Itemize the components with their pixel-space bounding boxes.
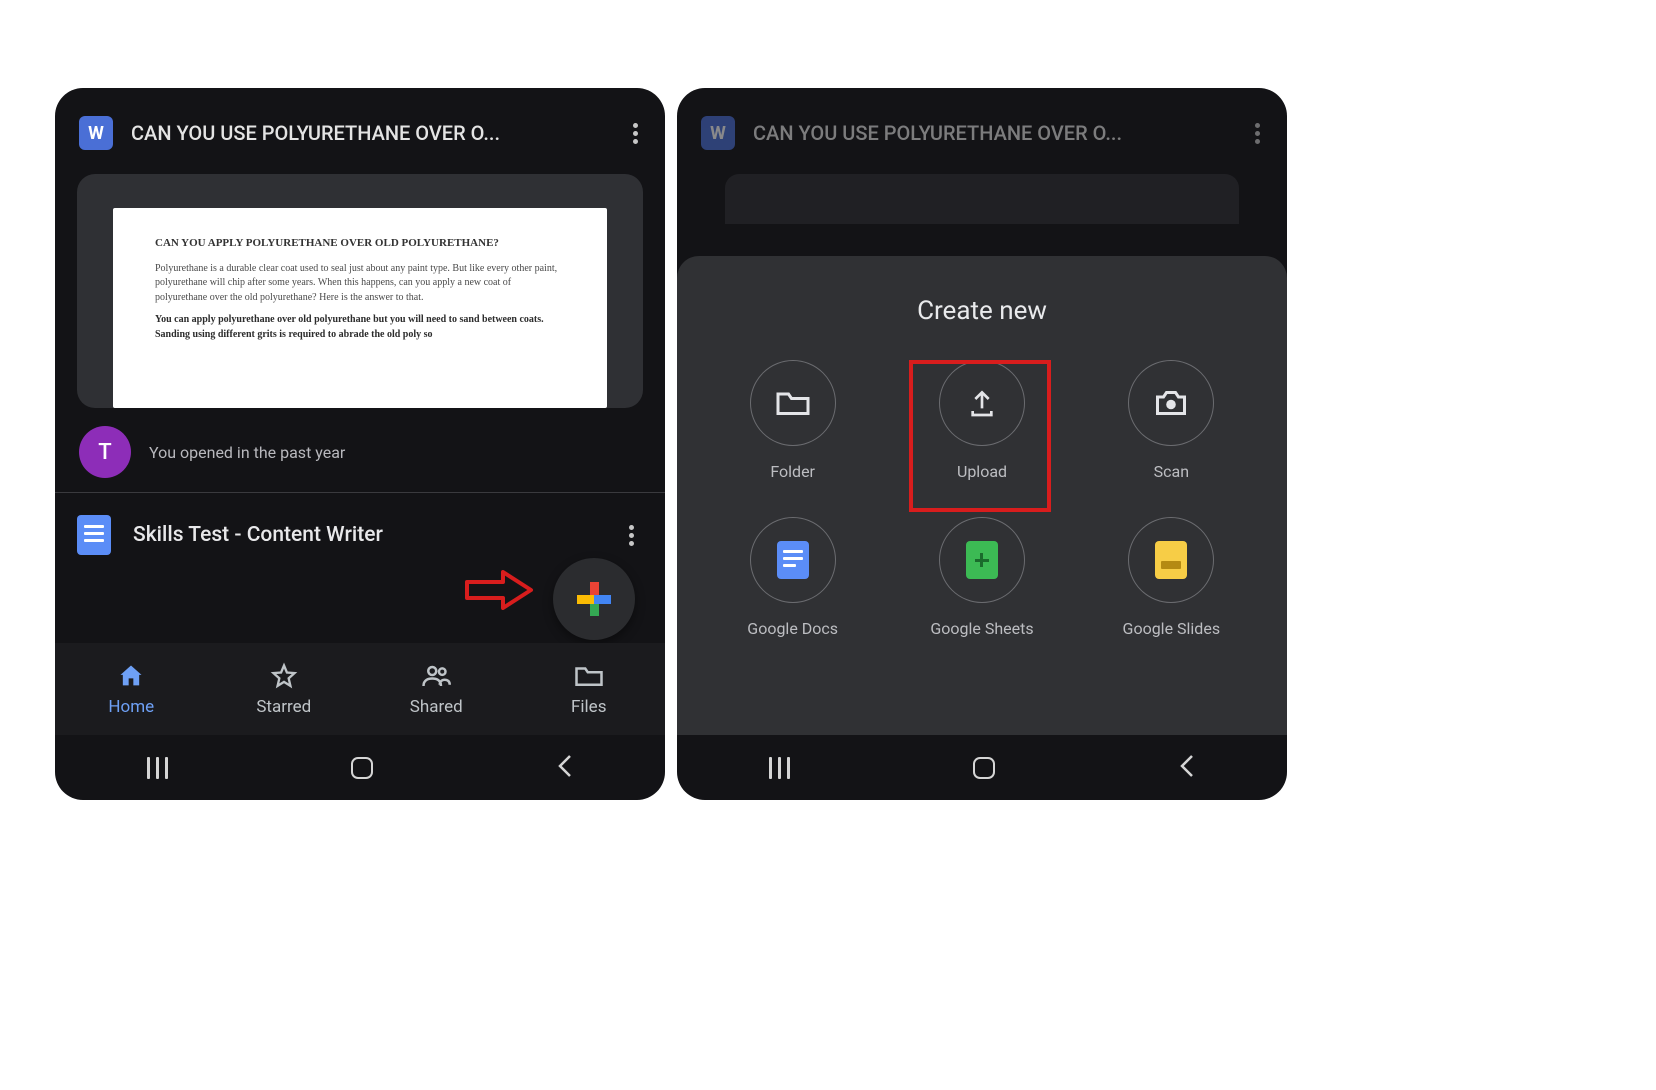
word-file-icon: W bbox=[79, 116, 113, 150]
create-new-bottom-sheet: Create new Folder Upload bbox=[677, 256, 1287, 735]
bottom-nav: Home Starred Shared Files bbox=[55, 643, 665, 735]
create-folder-option[interactable]: Folder bbox=[703, 360, 882, 481]
nav-files-label: Files bbox=[571, 697, 606, 717]
shared-icon bbox=[421, 661, 451, 691]
create-scan-label: Scan bbox=[1154, 462, 1189, 481]
document-thumbnail: CAN YOU APPLY POLYURETHANE OVER OLD POLY… bbox=[113, 208, 607, 408]
camera-icon bbox=[1128, 360, 1214, 446]
android-system-nav bbox=[55, 735, 665, 800]
dimmed-preview bbox=[725, 174, 1239, 224]
preview-heading: CAN YOU APPLY POLYURETHANE OVER OLD POLY… bbox=[155, 236, 565, 252]
annotation-arrow bbox=[465, 570, 535, 610]
create-new-fab[interactable] bbox=[553, 558, 635, 640]
star-icon bbox=[269, 661, 299, 691]
google-sheets-icon bbox=[939, 517, 1025, 603]
google-docs-icon bbox=[77, 515, 111, 555]
home-button[interactable] bbox=[973, 757, 995, 779]
back-button[interactable] bbox=[1178, 752, 1196, 784]
create-docs-option[interactable]: Google Docs bbox=[703, 517, 882, 638]
annotation-highlight-box bbox=[909, 360, 1051, 512]
activity-text: You opened in the past year bbox=[149, 443, 345, 462]
word-file-icon: W bbox=[701, 116, 735, 150]
create-sheets-option[interactable]: Google Sheets bbox=[892, 517, 1071, 638]
folder-icon bbox=[574, 661, 604, 691]
user-avatar: T bbox=[79, 426, 131, 478]
home-button[interactable] bbox=[351, 757, 373, 779]
create-docs-label: Google Docs bbox=[747, 619, 838, 638]
nav-home-label: Home bbox=[108, 697, 154, 717]
file-title: CAN YOU USE POLYURETHANE OVER O... bbox=[131, 121, 605, 145]
back-button[interactable] bbox=[556, 752, 574, 784]
file-more-button[interactable] bbox=[619, 525, 643, 546]
nav-starred-label: Starred bbox=[256, 697, 311, 717]
nav-shared[interactable]: Shared bbox=[360, 643, 513, 735]
folder-icon bbox=[750, 360, 836, 446]
activity-row: T You opened in the past year bbox=[55, 420, 665, 492]
nav-shared-label: Shared bbox=[410, 697, 463, 717]
more-options-button[interactable] bbox=[623, 123, 647, 144]
nav-files[interactable]: Files bbox=[513, 643, 666, 735]
preview-paragraph-1: Polyurethane is a durable clear coat use… bbox=[155, 262, 565, 306]
home-icon bbox=[116, 661, 146, 691]
preview-paragraph-2: You can apply polyurethane over old poly… bbox=[155, 313, 565, 342]
drive-home-screen: W CAN YOU USE POLYURETHANE OVER O... CAN… bbox=[55, 88, 665, 800]
create-new-sheet-screen: W CAN YOU USE POLYURETHANE OVER O... Cre… bbox=[677, 88, 1287, 800]
file-header-row[interactable]: W CAN YOU USE POLYURETHANE OVER O... bbox=[55, 88, 665, 164]
plus-icon bbox=[577, 582, 611, 616]
create-sheets-label: Google Sheets bbox=[930, 619, 1033, 638]
file-title: CAN YOU USE POLYURETHANE OVER O... bbox=[753, 121, 1227, 145]
nav-home[interactable]: Home bbox=[55, 643, 208, 735]
android-system-nav bbox=[677, 735, 1287, 800]
recents-button[interactable] bbox=[769, 757, 790, 779]
create-slides-label: Google Slides bbox=[1123, 619, 1221, 638]
nav-starred[interactable]: Starred bbox=[208, 643, 361, 735]
file-name: Skills Test - Content Writer bbox=[133, 523, 597, 547]
sheet-title: Create new bbox=[703, 296, 1261, 326]
document-preview-card[interactable]: CAN YOU APPLY POLYURETHANE OVER OLD POLY… bbox=[77, 174, 643, 408]
file-header-row-dimmed: W CAN YOU USE POLYURETHANE OVER O... bbox=[677, 88, 1287, 164]
google-slides-icon bbox=[1128, 517, 1214, 603]
recents-button[interactable] bbox=[147, 757, 168, 779]
google-docs-icon bbox=[750, 517, 836, 603]
create-folder-label: Folder bbox=[770, 462, 815, 481]
create-scan-option[interactable]: Scan bbox=[1082, 360, 1261, 481]
create-slides-option[interactable]: Google Slides bbox=[1082, 517, 1261, 638]
more-options-button bbox=[1245, 123, 1269, 144]
